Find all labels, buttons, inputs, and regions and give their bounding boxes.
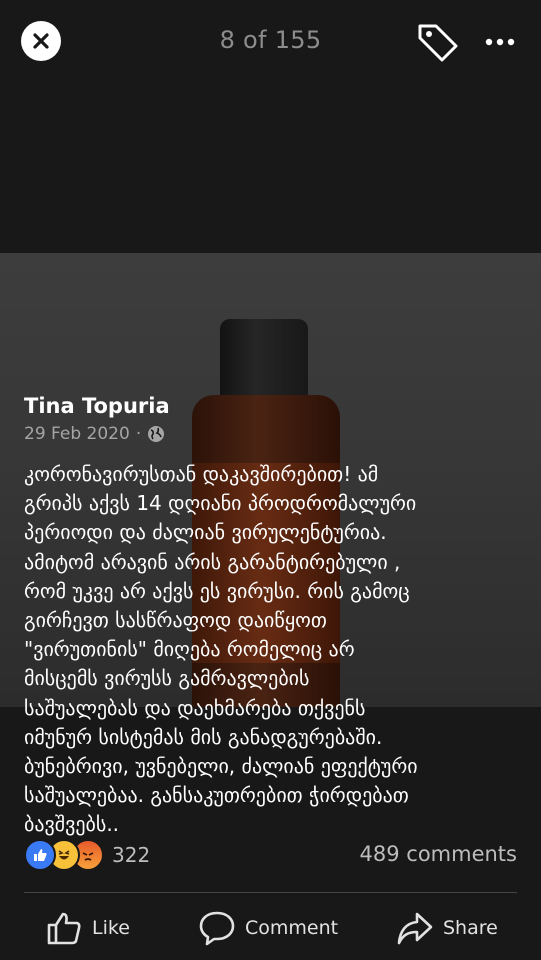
comment-bubble-icon [199,911,235,946]
like-label: Like [92,917,130,939]
share-arrow-icon [397,912,433,945]
meta-separator: · [135,424,142,444]
divider [24,892,517,893]
author-name[interactable]: Tina Topuria [24,394,170,418]
like-icon [24,839,56,871]
like-button[interactable]: Like [46,908,130,948]
comments-count[interactable]: 489 comments [360,842,517,866]
reactions-summary[interactable]: 322 [24,839,151,871]
share-label: Share [443,917,498,939]
comment-label: Comment [245,917,339,939]
post-action-bar: Like Comment Share [0,896,541,960]
thumbs-up-icon [47,912,81,945]
post-text: კორონავირუსთან დაკავშირებით! ამ გრიპს აქ… [24,462,418,837]
share-button[interactable]: Share [397,908,498,948]
globe-icon [148,426,165,442]
post-meta: 29 Feb 2020 · [24,424,165,444]
post-overlay: Tina Topuria 29 Feb 2020 · კორონავირუსთა… [0,0,541,960]
reaction-count: 322 [112,843,151,867]
comment-button[interactable]: Comment [199,908,338,948]
post-date[interactable]: 29 Feb 2020 [24,424,130,444]
